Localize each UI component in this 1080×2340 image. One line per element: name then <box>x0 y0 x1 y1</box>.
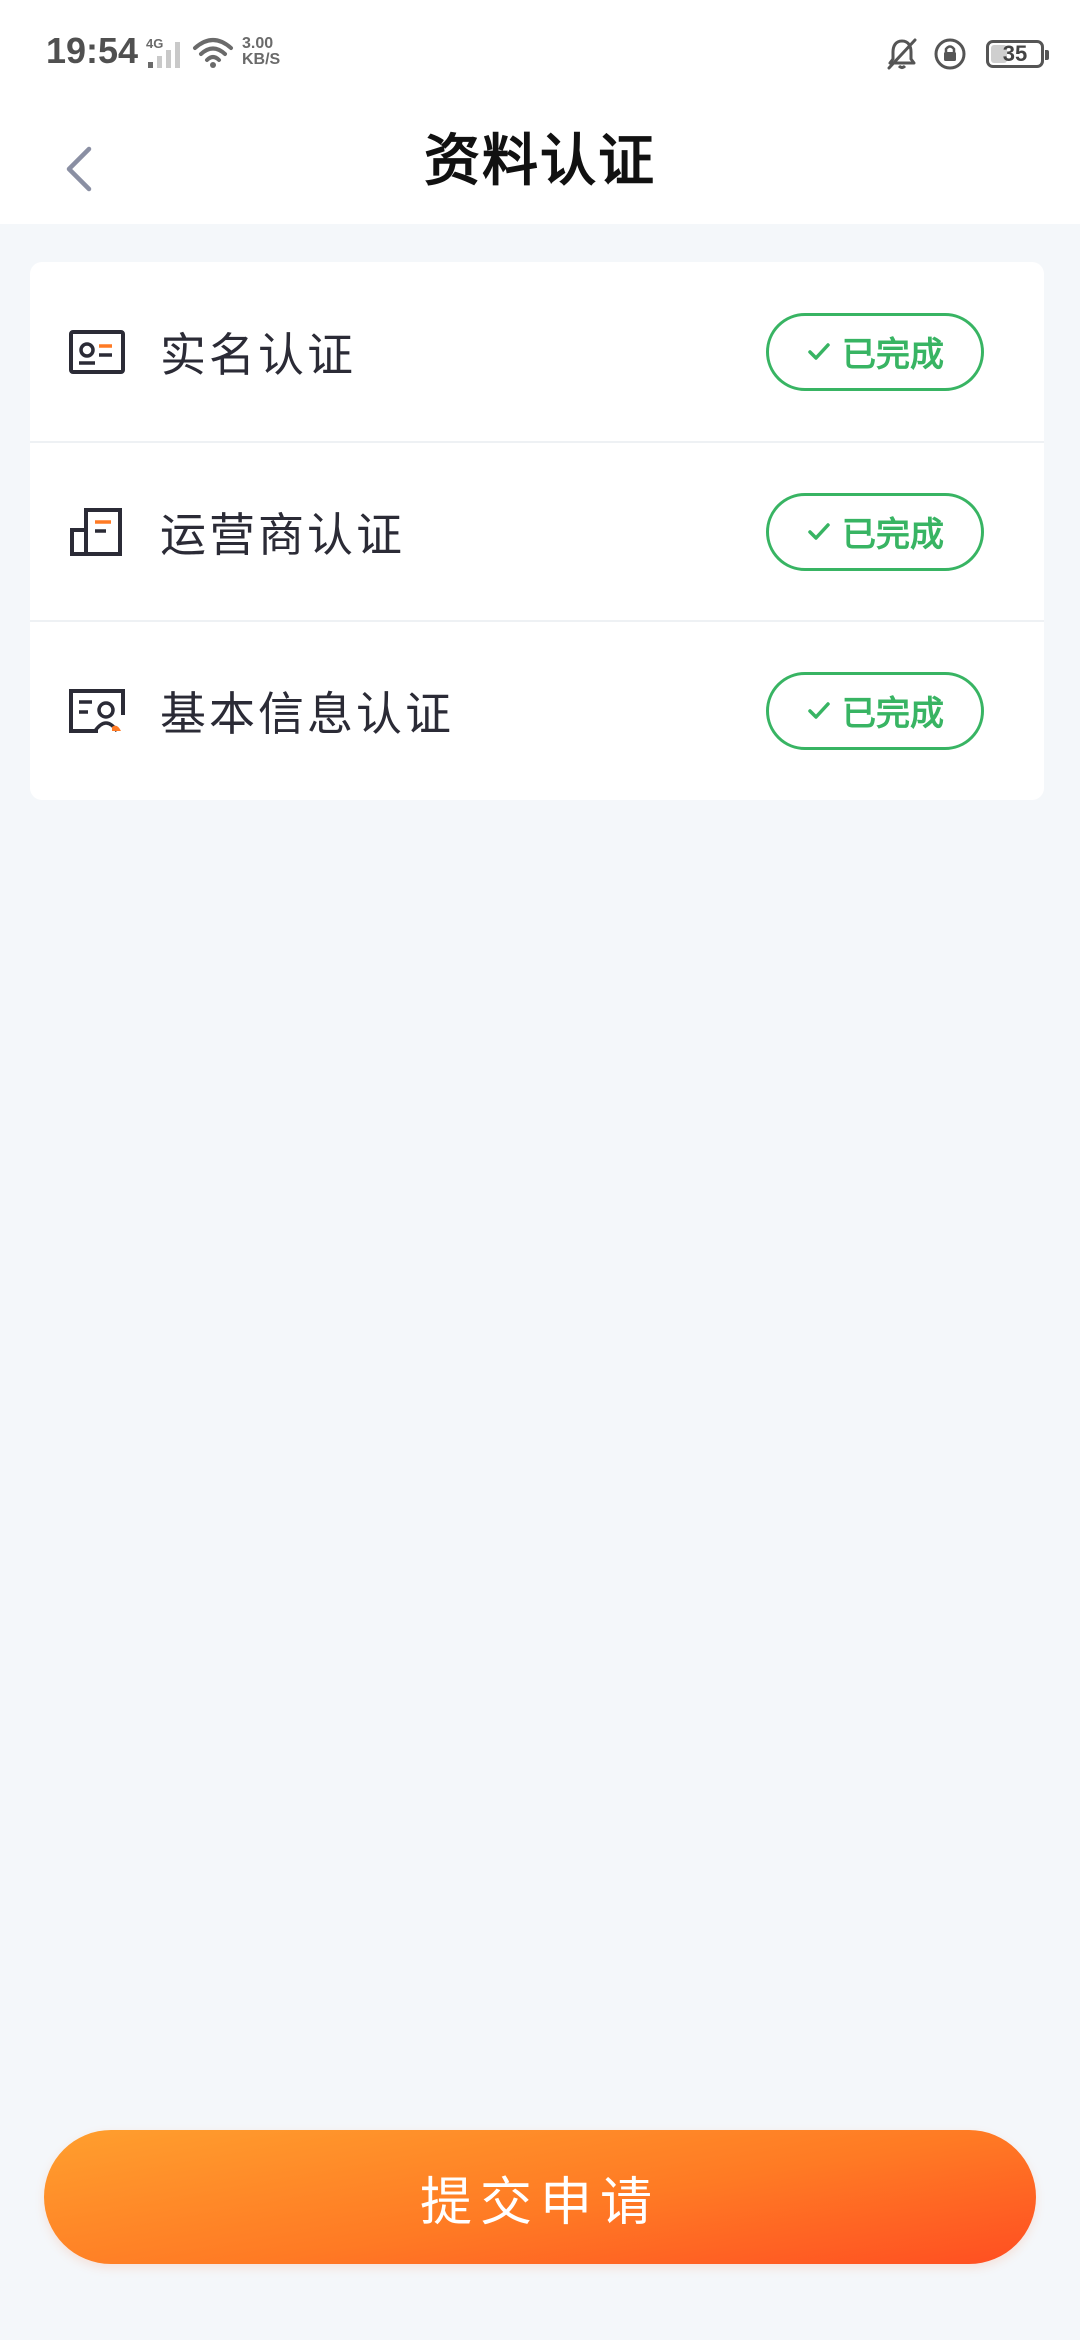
verification-item-label: 实名认证 <box>160 327 356 382</box>
check-icon <box>808 342 830 360</box>
check-icon <box>808 701 830 719</box>
verification-item-real-name[interactable]: 实名认证 已完成 <box>30 262 1044 441</box>
status-badge: 已完成 <box>766 312 984 391</box>
battery-level: 35 <box>1002 41 1028 66</box>
status-badge: 已完成 <box>766 492 984 571</box>
network-speed-value: 3.00 <box>242 35 274 52</box>
status-badge: 已完成 <box>766 671 984 750</box>
check-icon <box>808 522 830 540</box>
id-card-icon <box>69 329 125 374</box>
submit-button[interactable]: 提交申请 <box>44 2130 1036 2264</box>
page-title: 资料认证 <box>424 128 656 194</box>
profile-info-icon <box>69 688 125 733</box>
verification-item-label: 基本信息认证 <box>160 686 454 741</box>
nav-bar: 资料认证 <box>0 110 1080 224</box>
verification-item-basic-info[interactable]: 基本信息认证 已完成 <box>30 620 1044 799</box>
status-right-icons: 35 <box>884 34 1049 74</box>
rotation-lock-icon <box>934 38 966 70</box>
mute-bell-icon <box>887 38 917 70</box>
status-bar: 19:54 4G 3.00 KB/S 35 <box>0 0 1080 110</box>
status-badge-label: 已完成 <box>842 335 944 375</box>
network-speed: 3.00 KB/S <box>242 36 302 68</box>
verification-item-carrier[interactable]: 运营商认证 已完成 <box>30 441 1044 620</box>
verification-list: 实名认证 已完成 运营商认证 已完成 基本信息认证 已完成 <box>30 262 1044 800</box>
status-badge-label: 已完成 <box>842 515 944 555</box>
network-speed-unit: KB/S <box>242 51 281 68</box>
signal-icon <box>148 42 180 68</box>
battery-icon: 35 <box>986 40 1049 68</box>
carrier-building-icon <box>70 507 122 556</box>
status-badge-label: 已完成 <box>842 694 944 734</box>
wifi-icon <box>193 38 233 68</box>
verification-item-label: 运营商认证 <box>160 507 405 562</box>
status-time: 19:54 <box>46 30 139 71</box>
